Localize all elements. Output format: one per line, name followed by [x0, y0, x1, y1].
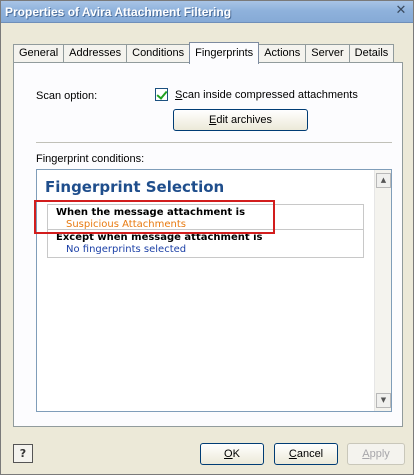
- cancel-label: ancel: [296, 448, 324, 460]
- cancel-button[interactable]: Cancel: [274, 443, 338, 465]
- close-icon[interactable]: ✕: [393, 4, 409, 19]
- tab-general[interactable]: General: [13, 44, 65, 63]
- properties-dialog: Properties of Avira Attachment Filtering…: [0, 0, 414, 475]
- help-icon[interactable]: ?: [13, 444, 33, 463]
- ok-label: K: [232, 448, 240, 460]
- fingerprints-panel: Scan option: Scan inside compressed atta…: [13, 62, 403, 427]
- tab-details[interactable]: Details: [348, 44, 395, 63]
- tab-actions[interactable]: Actions: [258, 44, 307, 63]
- scan-compressed-label[interactable]: Scan inside compressed attachments: [175, 89, 358, 101]
- title-bar[interactable]: Properties of Avira Attachment Filtering…: [1, 1, 413, 23]
- tab-strip: General Addresses Conditions Fingerprint…: [13, 41, 395, 64]
- scan-compressed-label-text: can inside compressed attachments: [182, 89, 358, 101]
- apply-label: pply: [369, 448, 390, 460]
- scroll-up-icon[interactable]: ▲: [376, 173, 391, 188]
- apply-button[interactable]: Apply: [347, 443, 405, 465]
- edit-archives-label: dit archives: [216, 114, 272, 126]
- window-title: Properties of Avira Attachment Filtering: [5, 5, 232, 19]
- scan-compressed-checkbox[interactable]: [155, 88, 168, 101]
- fingerprint-selection-heading: Fingerprint Selection: [45, 178, 225, 196]
- scan-option-label: Scan option:: [36, 90, 98, 102]
- highlight-annotation: [34, 200, 275, 234]
- separator: [36, 142, 392, 143]
- rule-value-link[interactable]: No fingerprints selected: [66, 244, 186, 255]
- scroll-down-icon[interactable]: ▼: [376, 393, 391, 408]
- tab-fingerprints[interactable]: Fingerprints: [189, 42, 260, 64]
- tab-addresses[interactable]: Addresses: [63, 44, 128, 63]
- fingerprint-conditions-label: Fingerprint conditions:: [36, 153, 145, 165]
- edit-archives-button[interactable]: Edit archives: [173, 109, 308, 131]
- vertical-scrollbar[interactable]: ▲ ▼: [374, 170, 391, 411]
- tab-server[interactable]: Server: [305, 44, 350, 63]
- ok-button[interactable]: OK: [200, 443, 264, 465]
- tab-conditions[interactable]: Conditions: [126, 44, 191, 63]
